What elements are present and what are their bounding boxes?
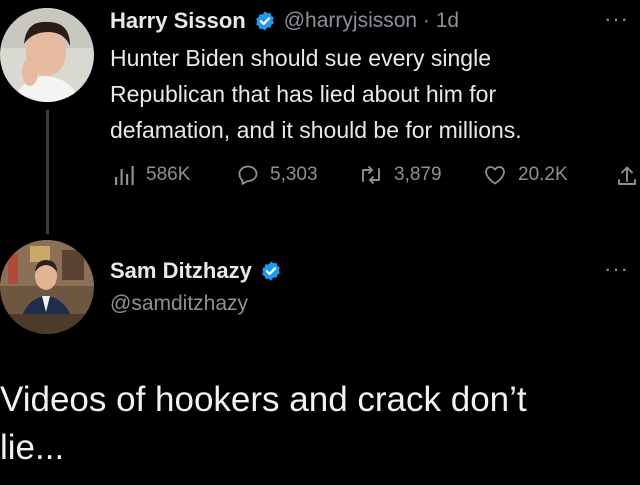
retweet-button[interactable]: 3,879 <box>358 163 442 187</box>
heart-icon <box>485 166 505 185</box>
tweet-text-line: defamation, and it should be for million… <box>110 117 522 143</box>
reply-button[interactable]: 5,303 <box>236 163 318 187</box>
tweet-text-line: Videos of hookers and crack don’t <box>0 380 527 419</box>
verified-badge-icon <box>260 260 282 282</box>
author-handle[interactable]: @samditzhazy <box>110 292 248 316</box>
tweet-text-line: lie... <box>0 428 65 467</box>
more-options-icon[interactable]: ··· <box>604 256 629 282</box>
tweet-1-header: Harry Sisson @harryjsisson · 1d <box>110 6 459 36</box>
avatar-image <box>0 8 94 102</box>
author-handle-and-time[interactable]: @harryjsisson · 1d <box>284 9 459 33</box>
tweet-text-line: Hunter Biden should sue every single <box>110 45 492 71</box>
share-icon[interactable] <box>616 164 638 193</box>
author-name[interactable]: Harry Sisson <box>110 8 246 34</box>
like-button[interactable]: 20.2K <box>482 163 568 187</box>
views-icon <box>115 166 134 185</box>
reply-count: 5,303 <box>270 164 318 185</box>
tweet-2-header: Sam Ditzhazy <box>110 256 282 286</box>
tweet-1-text: Hunter Biden should sue every single Rep… <box>110 40 630 148</box>
reply-icon <box>238 165 258 185</box>
views-button[interactable]: 586K <box>112 163 190 187</box>
avatar-image <box>0 240 94 334</box>
avatar-harry-sisson[interactable] <box>0 8 94 102</box>
avatar-sam-ditzhazy[interactable] <box>0 240 94 334</box>
retweet-icon <box>362 166 380 184</box>
more-options-icon[interactable]: ··· <box>604 6 629 32</box>
views-count: 586K <box>146 164 191 185</box>
like-count: 20.2K <box>518 164 568 185</box>
retweet-count: 3,879 <box>394 164 442 185</box>
verified-badge-icon <box>254 10 276 32</box>
tweet-2-text: Videos of hookers and crack don’t lie... <box>0 376 640 472</box>
thread-connector-line <box>46 110 49 234</box>
tweet-text-line: Republican that has lied about him for <box>110 81 497 107</box>
author-name[interactable]: Sam Ditzhazy <box>110 258 252 284</box>
